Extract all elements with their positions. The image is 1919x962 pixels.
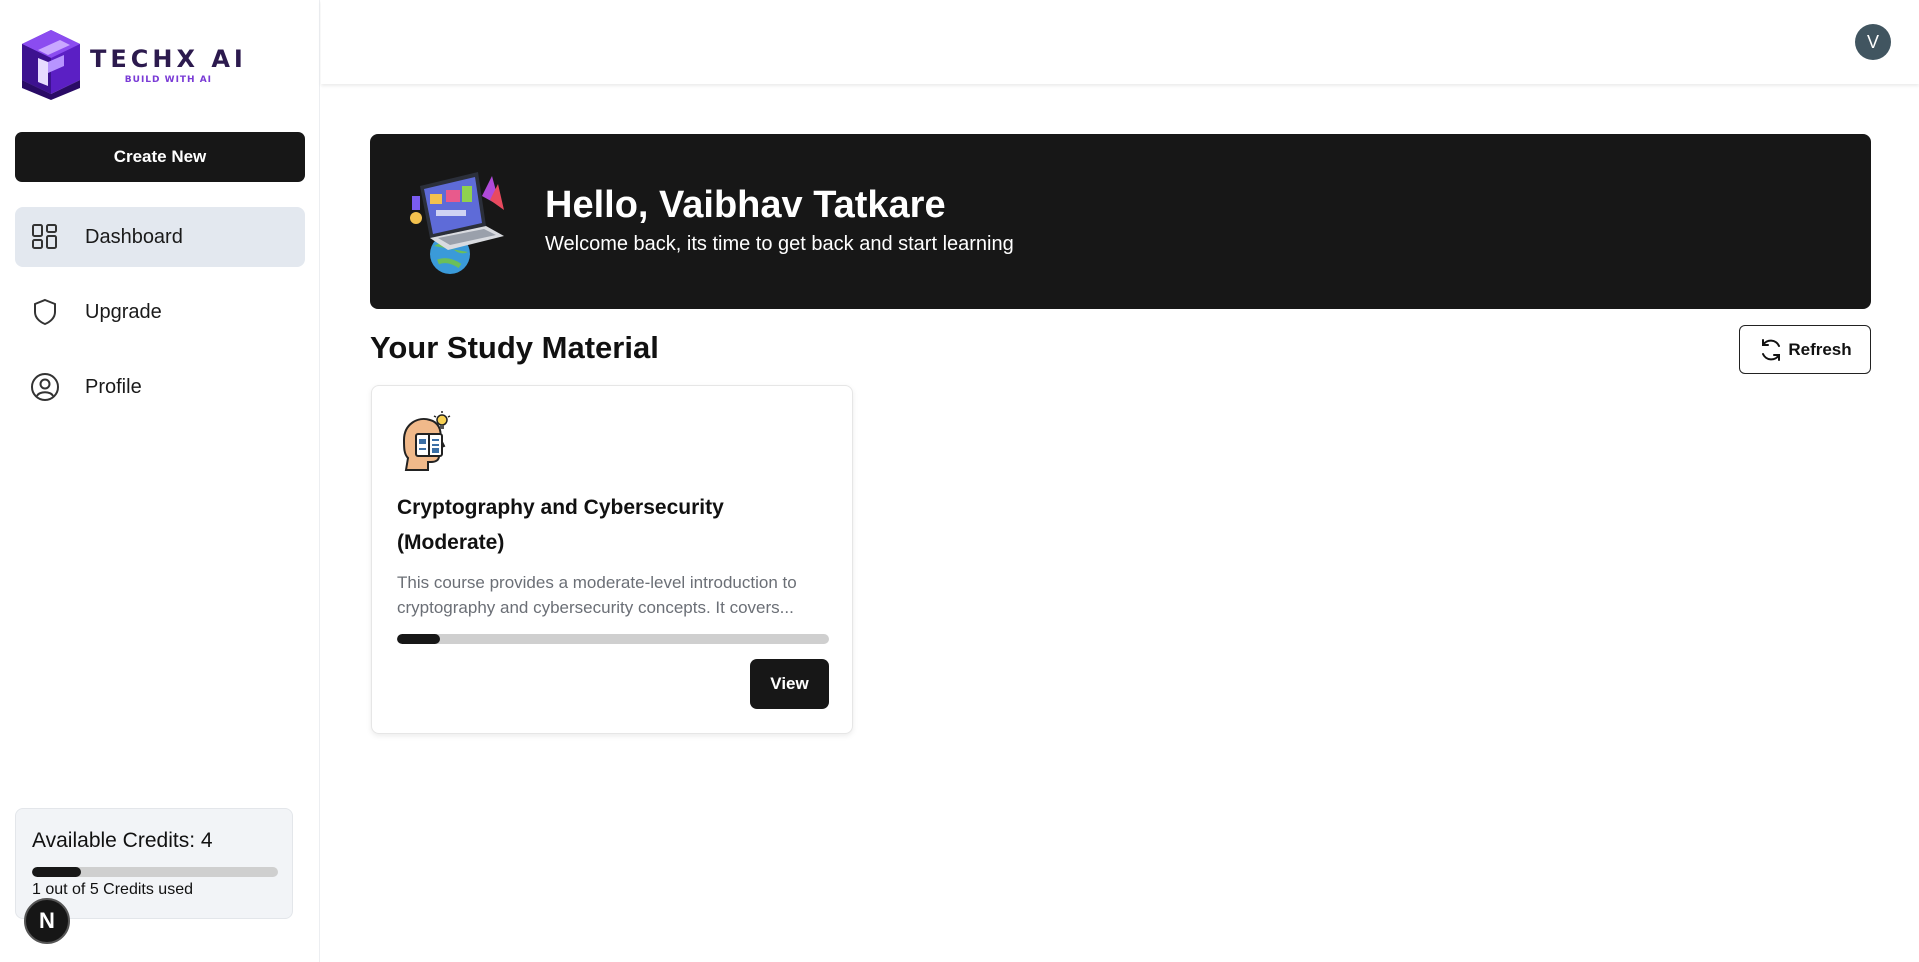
welcome-banner: Hello, Vaibhav Tatkare Welcome back, its… <box>370 134 1871 309</box>
credits-subtitle: 1 out of 5 Credits used <box>32 881 193 898</box>
banner-title: Hello, Vaibhav Tatkare <box>545 184 946 226</box>
user-circle-icon <box>30 372 60 402</box>
devtools-badge[interactable]: N <box>24 898 70 944</box>
course-progress-bar <box>397 634 829 644</box>
sidebar-item-label: Profile <box>85 375 142 398</box>
brand-tagline: BUILD WITH AI <box>124 75 213 85</box>
sidebar-item-upgrade[interactable]: Upgrade <box>15 282 305 342</box>
top-header: V <box>321 0 1919 84</box>
section-title: Your Study Material <box>370 330 659 365</box>
sidebar-item-label: Upgrade <box>85 300 162 323</box>
course-title: Cryptography and Cybersecurity (Moderate… <box>397 496 724 554</box>
credits-progress-fill <box>32 867 82 877</box>
refresh-button[interactable]: Refresh <box>1739 325 1871 374</box>
course-description: This course provides a moderate-level in… <box>397 573 797 617</box>
shield-icon <box>30 297 60 327</box>
brand-name: TECHX AI <box>90 45 247 73</box>
laptop-globe-illustration <box>410 172 504 274</box>
create-new-button[interactable]: Create New <box>15 132 305 182</box>
banner-subtitle: Welcome back, its time to get back and s… <box>545 233 1014 255</box>
avatar[interactable]: V <box>1855 24 1891 60</box>
refresh-label: Refresh <box>1788 339 1852 359</box>
head-book-idea-icon <box>402 411 451 471</box>
view-course-button[interactable]: View <box>750 659 829 709</box>
sidebar-item-dashboard[interactable]: Dashboard <box>15 207 305 267</box>
sidebar-item-label: Dashboard <box>85 225 183 248</box>
dashboard-grid-icon <box>30 222 60 252</box>
cube-logo-icon <box>22 30 80 100</box>
course-progress-fill <box>397 634 441 644</box>
brand-logo[interactable]: TECHX AI BUILD WITH AI <box>20 28 247 102</box>
credits-title: Available Credits: 4 <box>32 829 213 852</box>
sidebar-nav: Dashboard Upgrade Profile <box>15 207 305 432</box>
course-card[interactable]: Cryptography and Cybersecurity (Moderate… <box>371 385 853 734</box>
credits-progress-bar <box>32 867 278 877</box>
sidebar-item-profile[interactable]: Profile <box>15 357 305 417</box>
refresh-icon <box>1762 338 1781 361</box>
sidebar: TECHX AI BUILD WITH AI Create New Dashbo… <box>0 0 320 962</box>
